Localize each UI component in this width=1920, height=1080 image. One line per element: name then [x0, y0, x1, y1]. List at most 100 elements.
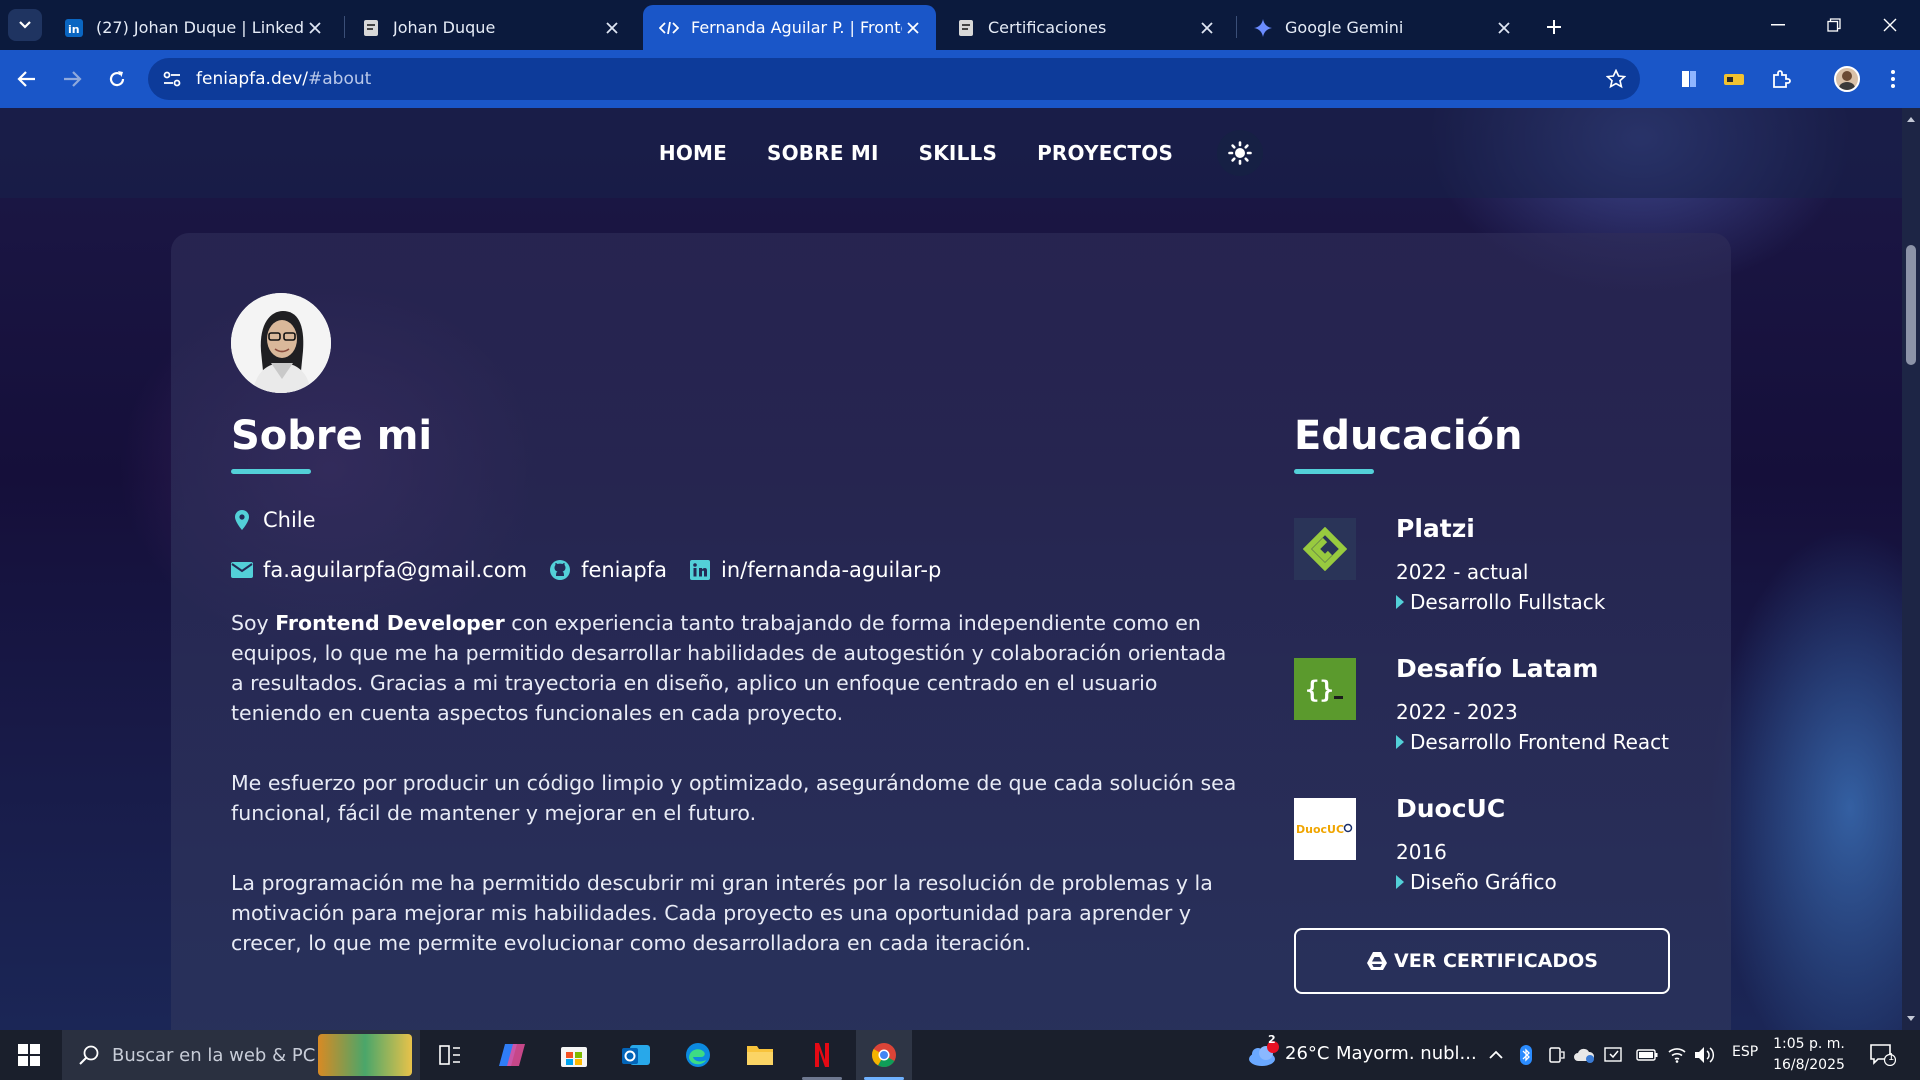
weather-badge: 2 [1268, 1033, 1276, 1046]
education-program-text: Diseño Gráfico [1410, 870, 1557, 894]
education-title: Educación [1294, 413, 1523, 459]
platzi-logo [1294, 518, 1356, 580]
search-placeholder: Buscar en la web & PC [112, 1044, 316, 1066]
tab-certificaciones[interactable]: Certificaciones [940, 5, 1230, 50]
caret-right-icon [1396, 595, 1404, 609]
browser-toolbar: feniapfa.dev/#about [0, 50, 1920, 108]
back-button[interactable] [10, 62, 44, 96]
close-icon[interactable] [902, 17, 924, 39]
location-row: Chile [231, 508, 316, 532]
p1-pre: Soy [231, 611, 276, 635]
email-text: fa.aguilarpfa@gmail.com [263, 558, 528, 582]
tab-linkedin[interactable]: in (27) Johan Duque | LinkedIn [48, 5, 338, 50]
education-name: DuocUC [1396, 794, 1506, 823]
tab-title: Google Gemini [1285, 18, 1404, 37]
reload-button[interactable] [100, 62, 134, 96]
tab-google-gemini[interactable]: Google Gemini [1237, 5, 1527, 50]
nav-home[interactable]: HOME [659, 141, 727, 165]
device-icon[interactable] [1545, 1044, 1567, 1066]
tab-fernanda-aguilar[interactable]: Fernanda Aguilar P. | Frontend Developer [643, 5, 936, 50]
reading-mode-icon[interactable] [1674, 64, 1704, 94]
close-icon[interactable] [1493, 17, 1515, 39]
extensions-puzzle-icon[interactable] [1766, 64, 1796, 94]
linkedin-link[interactable]: in/fernanda-aguilar-p [689, 558, 941, 582]
menu-kebab-icon[interactable] [1878, 64, 1908, 94]
copilot-app[interactable] [484, 1030, 540, 1080]
view-certificates-button[interactable]: VER CERTIFICADOS [1294, 928, 1670, 994]
minimize-icon [1771, 24, 1785, 26]
volume-icon[interactable] [1694, 1044, 1716, 1066]
scroll-up-arrow-icon[interactable] [1906, 114, 1916, 124]
about-title: Sobre mi [231, 413, 433, 459]
forward-button[interactable] [55, 62, 89, 96]
microsoft-store-app[interactable] [546, 1030, 602, 1080]
tab-title: Certificaciones [988, 18, 1107, 37]
tab-search-button[interactable] [8, 9, 42, 41]
nav-sobre-mi[interactable]: SOBRE MI [767, 141, 879, 165]
linkedin-icon [689, 559, 711, 581]
start-button[interactable] [12, 1039, 46, 1071]
site-info-icon[interactable] [158, 65, 186, 93]
gemini-icon [1253, 18, 1273, 38]
code-icon [659, 18, 679, 38]
battery-icon[interactable] [1636, 1044, 1658, 1066]
bluetooth-icon[interactable] [1515, 1044, 1537, 1066]
svg-text:{}: {} [1305, 676, 1334, 704]
plus-icon [1547, 20, 1561, 34]
address-bar[interactable]: feniapfa.dev/#about [148, 58, 1640, 100]
close-window-button[interactable] [1862, 0, 1918, 50]
education-name: Desafío Latam [1396, 654, 1599, 683]
language-indicator[interactable]: ESP [1732, 1044, 1758, 1060]
new-tab-button[interactable] [1540, 13, 1568, 41]
scrollbar-thumb[interactable] [1906, 245, 1916, 365]
theme-toggle-button[interactable] [1217, 130, 1264, 176]
nav-proyectos[interactable]: PROYECTOS [1037, 141, 1173, 165]
clock-time: 1:05 p. m. [1773, 1036, 1845, 1052]
taskbar-clock[interactable]: 1:05 p. m. 16/8/2025 [1764, 1034, 1854, 1076]
p1-bold: Frontend Developer [275, 611, 505, 635]
tab-title: (27) Johan Duque | LinkedIn [96, 18, 304, 37]
minimize-button[interactable] [1750, 0, 1806, 50]
close-icon[interactable] [601, 17, 623, 39]
caret-right-icon [1396, 875, 1404, 889]
extension-icon[interactable] [1719, 64, 1749, 94]
close-icon[interactable] [304, 17, 326, 39]
search-highlight-image [318, 1034, 412, 1076]
outlook-app[interactable] [608, 1030, 664, 1080]
onedrive-icon[interactable] [1573, 1044, 1595, 1066]
search-icon [76, 1042, 102, 1068]
email-link[interactable]: fa.aguilarpfa@gmail.com [231, 558, 527, 582]
bookmark-star-icon[interactable] [1604, 67, 1628, 91]
chrome-app[interactable] [856, 1030, 912, 1080]
education-program: Desarrollo Fullstack [1396, 590, 1605, 614]
outlook-icon [622, 1045, 650, 1065]
education-name: Platzi [1396, 514, 1475, 543]
weather-desc: Mayorm. nubl... [1336, 1043, 1477, 1064]
wifi-icon[interactable] [1666, 1044, 1688, 1066]
document-icon [956, 18, 976, 38]
taskbar-search[interactable]: Buscar en la web & PC [62, 1030, 420, 1080]
windows-taskbar: Buscar en la web & PC 2 26°C Mayorm. nub… [0, 1030, 1920, 1080]
chrome-icon [872, 1043, 896, 1068]
education-years: 2022 - 2023 [1396, 700, 1518, 724]
security-icon[interactable] [1603, 1044, 1625, 1066]
notification-center-button[interactable]: 1 [1868, 1042, 1898, 1068]
folder-icon [747, 1046, 773, 1065]
tray-overflow-chevron-icon[interactable] [1485, 1044, 1507, 1066]
nav-skills[interactable]: SKILLS [919, 141, 997, 165]
netflix-app[interactable] [794, 1030, 850, 1080]
close-icon[interactable] [1196, 17, 1218, 39]
edge-app[interactable] [670, 1030, 726, 1080]
education-program-text: Desarrollo Fullstack [1410, 590, 1606, 614]
github-link[interactable]: feniapfa [549, 558, 667, 582]
tab-johan-duque[interactable]: Johan Duque [345, 5, 635, 50]
notification-count: 1 [1888, 1052, 1895, 1063]
location-text: Chile [263, 508, 316, 532]
about-paragraph-3: La programación me ha permitido descubri… [231, 871, 1213, 955]
scroll-down-arrow-icon[interactable] [1906, 1014, 1916, 1024]
person-icon [1839, 71, 1855, 90]
file-explorer-app[interactable] [732, 1030, 788, 1080]
restore-button[interactable] [1806, 0, 1862, 50]
profile-avatar[interactable] [1834, 66, 1860, 92]
task-view-button[interactable] [422, 1030, 478, 1080]
